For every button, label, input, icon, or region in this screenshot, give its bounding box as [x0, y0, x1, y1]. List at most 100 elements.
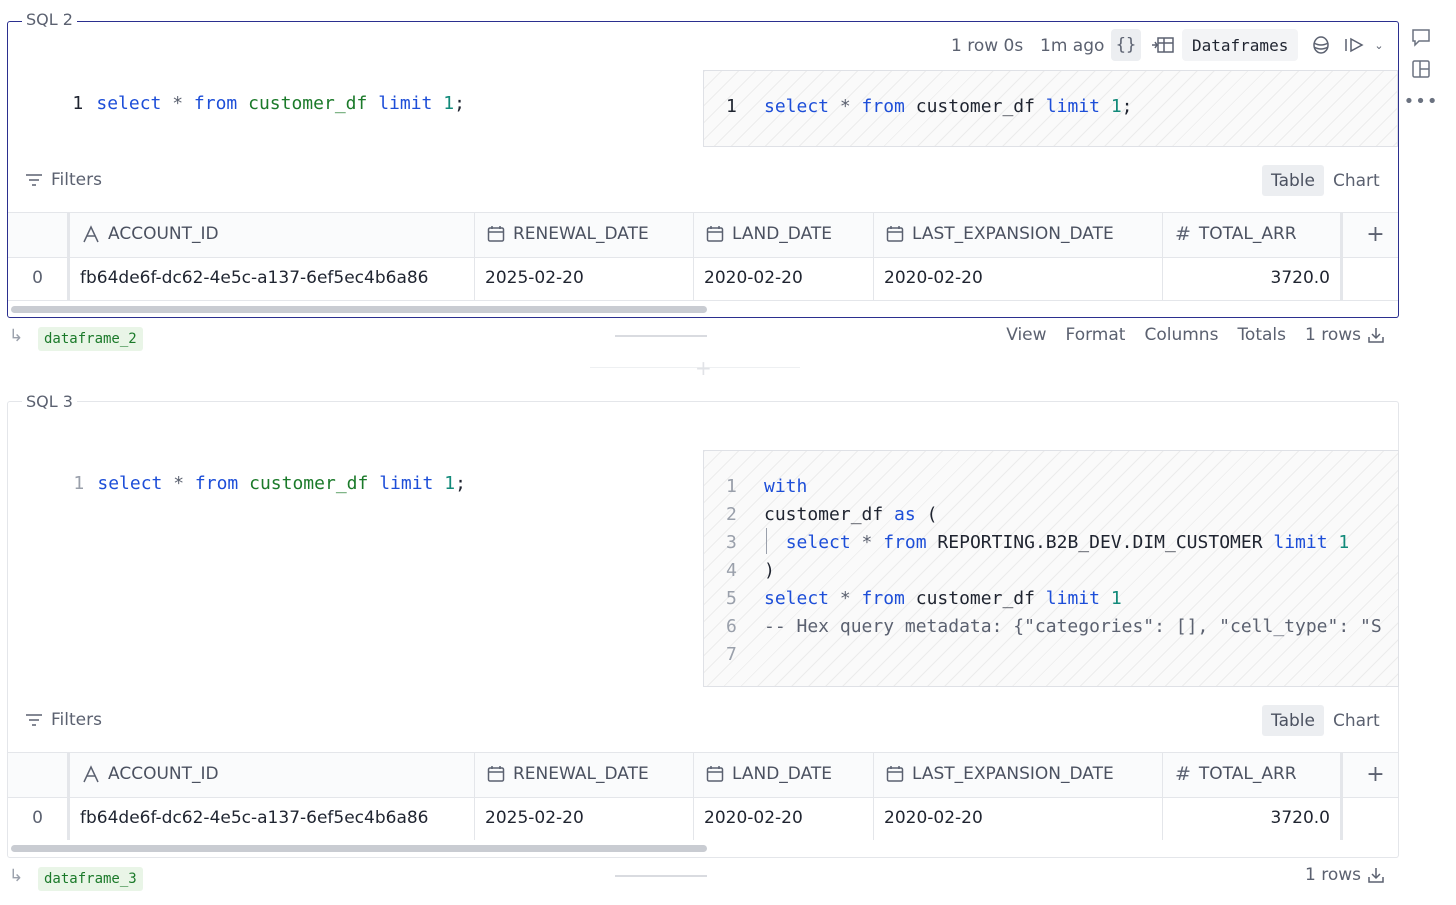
column-header-last-expansion-date[interactable]: LAST_EXPANSION_DATE	[874, 212, 1163, 256]
table-cell[interactable]: fb64de6f-dc62-4e5c-a137-6ef5ec4b6a86	[70, 256, 475, 300]
add-cell-plus-icon[interactable]: +	[695, 356, 712, 380]
table-cell[interactable]: 2025-02-20	[475, 256, 694, 300]
results-table: ACCOUNT_ID RENEWAL_DATE LAND_DATE LAST_E…	[8, 212, 1398, 302]
compiled-sql-preview: 1 select * from customer_df limit 1;	[703, 70, 1398, 147]
sql-keyword: from	[194, 473, 239, 494]
columns-button[interactable]: Columns	[1144, 325, 1218, 345]
sql-token: customer_df	[904, 96, 1046, 117]
table-cell[interactable]: 2025-02-20	[475, 796, 694, 840]
line-number: 7	[726, 644, 737, 665]
table-cell[interactable]: 2020-02-20	[694, 796, 874, 840]
table-cell[interactable]: 2020-02-20	[694, 256, 874, 300]
dataframe-name-chip[interactable]: dataframe_2	[38, 327, 143, 351]
plus-icon: +	[1366, 221, 1385, 247]
run-cell-button[interactable]	[1341, 29, 1367, 61]
database-icon	[1313, 36, 1329, 54]
sql-dataframe-ref: customer_df	[249, 473, 369, 494]
compiled-sql-preview: 1 with 2 customer_df as (3 select * from RE…	[703, 450, 1399, 687]
return-mode-dataframes[interactable]: Dataframes	[1182, 29, 1299, 61]
column-header-total-arr[interactable]: # TOTAL_ARR	[1163, 212, 1343, 256]
table-cell[interactable]: 3720.0	[1163, 796, 1343, 840]
code-editor[interactable]: 1 select * from customer_df limit 1;	[30, 452, 466, 515]
column-header-renewal-date[interactable]: RENEWAL_DATE	[475, 212, 694, 256]
line-number: 1	[726, 476, 737, 497]
compiled-sql-line: 6 -- Hex query metadata: {"categories": […	[726, 616, 1382, 637]
calendar-icon	[886, 766, 904, 782]
sql-cell-3[interactable]: SQL 3 1 select * from customer_df limit 1…	[7, 392, 1399, 858]
sql-punct: ;	[455, 473, 466, 494]
format-button[interactable]: Format	[1066, 325, 1126, 345]
row-count[interactable]: 1 rows	[1305, 865, 1385, 885]
sql-token: *	[829, 96, 862, 117]
column-header-land-date[interactable]: LAND_DATE	[694, 752, 874, 796]
column-header-land-date[interactable]: LAND_DATE	[694, 212, 874, 256]
plus-icon: +	[1366, 761, 1385, 787]
line-number: 3	[726, 532, 737, 553]
code-editor[interactable]: 1 select * from customer_df limit 1;	[29, 72, 465, 135]
table-cell[interactable]: 3720.0	[1163, 256, 1343, 300]
add-column-button[interactable]: +	[1353, 212, 1398, 256]
cell-label[interactable]: SQL 2	[22, 10, 77, 29]
horizontal-scrollbar[interactable]	[11, 845, 707, 852]
column-header-last-expansion-date[interactable]: LAST_EXPANSION_DATE	[874, 752, 1163, 796]
view-tabs: Table Chart	[1262, 705, 1389, 736]
sql-operator: *	[173, 473, 185, 494]
column-label: RENEWAL_DATE	[513, 224, 649, 244]
line-number: 1	[726, 96, 737, 117]
filters-button[interactable]: Filters	[25, 710, 102, 730]
resize-handle[interactable]	[615, 335, 707, 337]
column-header-account-id[interactable]: ACCOUNT_ID	[70, 212, 475, 256]
calendar-icon	[706, 226, 724, 242]
cell-label[interactable]: SQL 3	[22, 392, 77, 411]
tab-chart[interactable]: Chart	[1324, 705, 1389, 736]
row-count[interactable]: 1 rows	[1305, 325, 1385, 345]
tab-table[interactable]: Table	[1262, 705, 1324, 736]
layout-icon[interactable]	[1410, 58, 1432, 80]
sql-number: 1	[443, 93, 455, 114]
column-header-total-arr[interactable]: # TOTAL_ARR	[1163, 752, 1343, 796]
column-header-account-id[interactable]: ACCOUNT_ID	[70, 752, 475, 796]
tab-table[interactable]: Table	[1262, 165, 1324, 196]
tab-chart[interactable]: Chart	[1324, 165, 1389, 196]
sql-cell-2[interactable]: SQL 2 1 row 0s 1m ago {} Dataframes ⌄ 1s…	[7, 10, 1399, 318]
sql-dataframe-ref: customer_df	[248, 93, 368, 114]
sql-token: -- Hex query metadata: {"categories": []…	[764, 616, 1382, 637]
output-arrow-icon: ↳	[9, 866, 24, 886]
table-cell[interactable]: 2020-02-20	[874, 796, 1163, 840]
sql-keyword: select	[96, 93, 162, 114]
index-header	[8, 212, 70, 256]
horizontal-scrollbar[interactable]	[11, 306, 707, 313]
filters-label: Filters	[51, 710, 102, 730]
column-header-renewal-date[interactable]: RENEWAL_DATE	[475, 752, 694, 796]
comment-icon[interactable]	[1410, 26, 1432, 48]
column-label: TOTAL_ARR	[1198, 764, 1297, 784]
table-cell[interactable]: fb64de6f-dc62-4e5c-a137-6ef5ec4b6a86	[70, 796, 475, 840]
line-number: 5	[726, 588, 737, 609]
totals-button[interactable]: Totals	[1237, 325, 1286, 345]
dataframe-name-chip[interactable]: dataframe_3	[38, 867, 143, 891]
run-options-dropdown[interactable]: ⌄	[1369, 29, 1389, 61]
column-label: LAND_DATE	[732, 224, 833, 244]
sql-token: customer_df	[764, 504, 895, 525]
cell-footer: ↳ dataframe_2 View Format Columns Totals…	[7, 324, 1397, 354]
calendar-icon	[487, 766, 505, 782]
resize-handle[interactable]	[615, 875, 707, 877]
show-compiled-sql-button[interactable]: {}	[1111, 29, 1141, 61]
calendar-icon	[886, 226, 904, 242]
view-button[interactable]: View	[1006, 325, 1046, 345]
add-column-button[interactable]: +	[1353, 752, 1398, 796]
sql-token: select	[764, 588, 830, 609]
sql-keyword: limit	[379, 473, 434, 494]
compiled-sql-line: 7	[726, 644, 764, 665]
last-run-time: 1m ago	[1040, 36, 1105, 56]
column-label: RENEWAL_DATE	[513, 764, 649, 784]
data-connection-button[interactable]	[1308, 29, 1334, 61]
sql-token: customer_df	[904, 588, 1046, 609]
compiled-sql-line: 1 select * from customer_df limit 1;	[726, 96, 1133, 117]
column-label: LAST_EXPANSION_DATE	[912, 224, 1114, 244]
output-toggle-button[interactable]	[1148, 29, 1178, 61]
filters-button[interactable]: Filters	[25, 170, 102, 190]
table-cell[interactable]: 2020-02-20	[874, 256, 1163, 300]
more-icon[interactable]: •••	[1404, 90, 1438, 112]
